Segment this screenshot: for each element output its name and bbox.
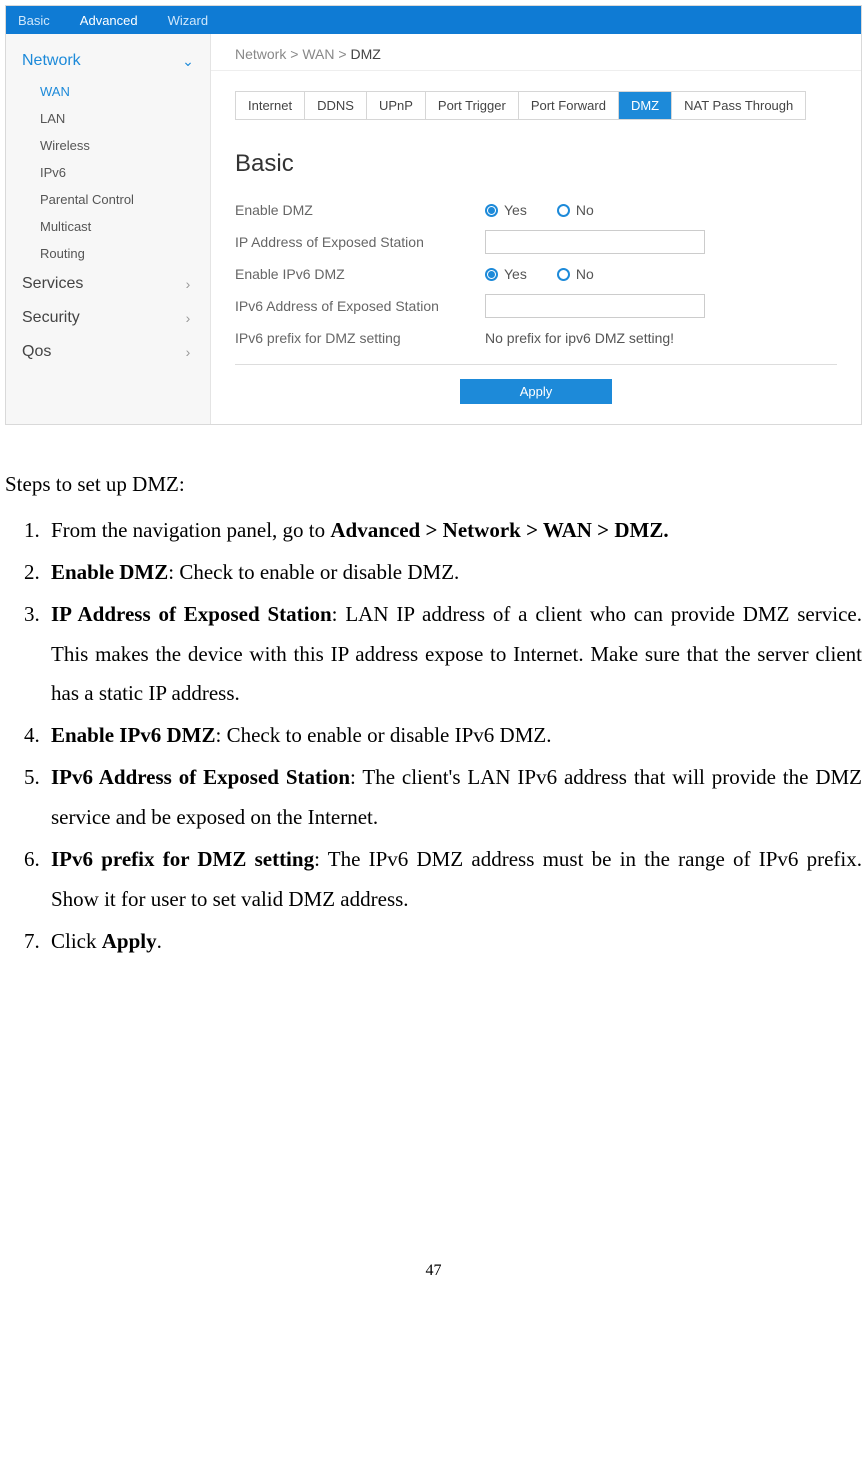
top-tab-wizard[interactable]: Wizard [168,13,208,28]
radio-enable-ipv6-dmz-no[interactable]: No [557,266,594,282]
step-3: IP Address of Exposed Station: LAN IP ad… [45,595,862,715]
chevron-right-icon: › [182,346,194,358]
sidebar-section-services[interactable]: Services › [6,267,210,301]
radio-enable-dmz: Yes No [485,202,594,218]
sidebar-section-label: Services [22,275,83,293]
apply-button[interactable]: Apply [460,379,613,404]
sidebar-item-ipv6[interactable]: IPv6 [6,159,210,186]
breadcrumb: Network > WAN > DMZ [211,34,861,71]
sidebar-section-network[interactable]: Network ⌄ [6,44,210,78]
sidebar-item-routing[interactable]: Routing [6,240,210,267]
label-enable-ipv6-dmz: Enable IPv6 DMZ [235,266,485,282]
sidebar-item-wan[interactable]: WAN [6,78,210,105]
breadcrumb-current: DMZ [350,46,380,62]
ipv6-prefix-message: No prefix for ipv6 DMZ setting! [485,330,674,346]
step-7: Click Apply. [45,922,862,962]
page-number: 47 [0,1262,867,1300]
section-title: Basic [235,150,837,178]
top-tab-basic[interactable]: Basic [18,13,50,28]
chevron-right-icon: › [182,312,194,324]
tab-internet[interactable]: Internet [236,92,305,119]
sidebar-section-label: Security [22,309,80,327]
instructions-intro: Steps to set up DMZ: [5,465,862,505]
sidebar-section-security[interactable]: Security › [6,301,210,335]
top-tab-advanced[interactable]: Advanced [80,13,138,28]
radio-enable-ipv6-dmz-yes[interactable]: Yes [485,266,527,282]
input-ip-exposed[interactable] [485,230,705,254]
content-tabs: Internet DDNS UPnP Port Trigger Port For… [235,91,806,120]
label-ipv6-prefix: IPv6 prefix for DMZ setting [235,330,485,346]
chevron-down-icon: ⌄ [182,55,194,67]
step-2: Enable DMZ: Check to enable or disable D… [45,553,862,593]
sidebar-item-lan[interactable]: LAN [6,105,210,132]
tab-ddns[interactable]: DDNS [305,92,367,119]
chevron-right-icon: › [182,278,194,290]
radio-enable-dmz-no[interactable]: No [557,202,594,218]
instructions-text: Steps to set up DMZ: From the navigation… [0,425,867,962]
radio-enable-dmz-yes[interactable]: Yes [485,202,527,218]
tab-upnp[interactable]: UPnP [367,92,426,119]
breadcrumb-part: WAN [302,46,334,62]
sidebar-item-wireless[interactable]: Wireless [6,132,210,159]
input-ipv6-exposed[interactable] [485,294,705,318]
tab-nat-pass-through[interactable]: NAT Pass Through [672,92,805,119]
top-tabs: Basic Advanced Wizard [6,6,861,34]
divider [235,364,837,365]
sidebar-section-label: Network [22,52,81,70]
tab-port-forward[interactable]: Port Forward [519,92,619,119]
label-enable-dmz: Enable DMZ [235,202,485,218]
step-4: Enable IPv6 DMZ: Check to enable or disa… [45,716,862,756]
main-panel: Network > WAN > DMZ Internet DDNS UPnP P… [211,34,861,424]
label-ipv6-exposed: IPv6 Address of Exposed Station [235,298,485,314]
step-6: IPv6 prefix for DMZ setting: The IPv6 DM… [45,840,862,920]
router-admin-screenshot: Basic Advanced Wizard Network ⌄ WAN LAN … [5,5,862,425]
step-5: IPv6 Address of Exposed Station: The cli… [45,758,862,838]
sidebar-item-multicast[interactable]: Multicast [6,213,210,240]
tab-port-trigger[interactable]: Port Trigger [426,92,519,119]
label-ip-exposed: IP Address of Exposed Station [235,234,485,250]
sidebar-section-label: Qos [22,343,51,361]
tab-dmz[interactable]: DMZ [619,92,672,119]
sidebar-item-parental-control[interactable]: Parental Control [6,186,210,213]
radio-enable-ipv6-dmz: Yes No [485,266,594,282]
sidebar-section-qos[interactable]: Qos › [6,335,210,369]
breadcrumb-part: Network [235,46,286,62]
sidebar: Network ⌄ WAN LAN Wireless IPv6 Parental… [6,34,211,424]
step-1: From the navigation panel, go to Advance… [45,511,862,551]
